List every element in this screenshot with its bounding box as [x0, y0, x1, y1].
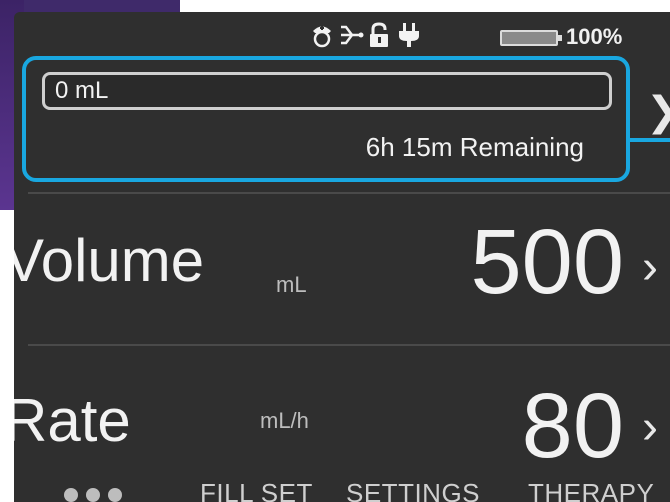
status-bar: 100%: [14, 12, 670, 56]
battery-percent: 100%: [566, 24, 623, 49]
more-dot-icon: [86, 488, 100, 502]
nav-therapy[interactable]: THERAPY: [528, 478, 654, 502]
volume-infused-text: 0 mL: [55, 77, 109, 104]
pump-screen: 100% 0 mL 6h 15m Remaining ❯ Volume mL 5…: [14, 12, 670, 502]
more-dot-icon: [64, 488, 78, 502]
rate-value: 80: [521, 375, 624, 477]
rate-label: Rate: [14, 387, 131, 454]
rate-unit: mL/h: [260, 408, 309, 433]
rate-chevron-icon[interactable]: ›: [642, 400, 658, 455]
nav-settings[interactable]: SETTINGS: [346, 478, 480, 502]
nav-fill-set[interactable]: FILL SET: [200, 478, 313, 502]
nurse-call-icon: [310, 22, 334, 48]
volume-unit: mL: [276, 272, 307, 297]
more-dot-icon: [108, 488, 122, 502]
unlocked-icon: [368, 22, 392, 48]
volume-label: Volume: [14, 227, 205, 294]
bottom-nav: FILL SET SETTINGS THERAPY: [14, 468, 670, 502]
volume-value: 500: [470, 211, 625, 313]
divider: [28, 192, 670, 194]
volume-chevron-icon[interactable]: ›: [642, 240, 658, 295]
battery-icon: [500, 30, 562, 46]
progress-chevron-icon[interactable]: ❯: [646, 82, 670, 142]
ac-plug-icon: [398, 22, 422, 48]
usb-connection-icon: [338, 22, 364, 48]
divider: [28, 344, 670, 346]
volume-infused-bar[interactable]: 0 mL: [42, 72, 612, 110]
time-remaining: 6h 15m Remaining: [365, 132, 584, 162]
